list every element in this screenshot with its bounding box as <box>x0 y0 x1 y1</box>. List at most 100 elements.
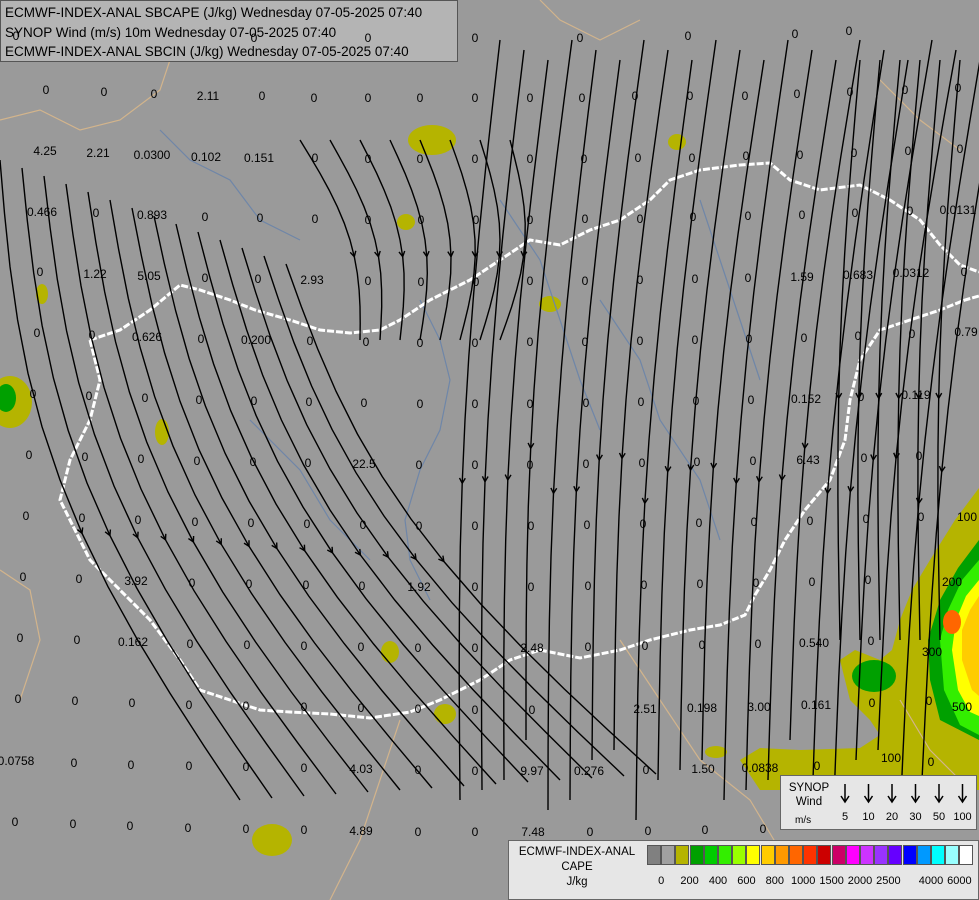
cape-swatch <box>746 845 761 865</box>
field-value-label: 0 <box>798 208 806 222</box>
field-value-label: 1.50 <box>691 762 715 776</box>
field-value-label: 7.48 <box>521 825 545 839</box>
cape-area-small-8 <box>434 704 456 724</box>
cape-shading <box>0 125 979 856</box>
field-value-label: 1.59 <box>790 270 814 284</box>
field-value-label: 0 <box>526 274 534 288</box>
field-value-label: 0 <box>184 821 192 835</box>
cape-swatch <box>845 845 860 865</box>
streamline <box>789 39 861 741</box>
field-value-label: 0 <box>126 819 134 833</box>
field-value-label: 0 <box>854 329 862 343</box>
field-value-label: 0 <box>791 27 799 41</box>
field-value-label: 0 <box>956 142 964 156</box>
field-value-label: 0 <box>631 89 639 103</box>
cape-legend-title: ECMWF-INDEX-ANAL CAPE J/kg <box>513 845 641 890</box>
field-value-label: 0 <box>242 822 250 836</box>
field-value-label: 0 <box>471 825 479 839</box>
streamline <box>723 39 789 801</box>
cape-area-small-3 <box>539 296 561 312</box>
field-value-label: 0 <box>868 696 876 710</box>
field-value-label: 0 <box>471 336 479 350</box>
field-value-label: 0 <box>78 511 86 525</box>
field-value-label: 2.51 <box>633 702 657 716</box>
river <box>699 199 761 381</box>
field-value-label: 0 <box>636 273 644 287</box>
field-value-label: 0.0838 <box>741 761 779 775</box>
field-value-label: 0 <box>302 578 310 592</box>
cape-swatch <box>789 845 803 865</box>
field-value-label: 0 <box>636 334 644 348</box>
field-value-label: 2.11 <box>196 89 220 103</box>
field-value-label: 0 <box>960 265 968 279</box>
field-value-label: 0 <box>691 333 699 347</box>
field-value-label: 0.466 <box>26 205 58 219</box>
field-value-label: 0 <box>472 275 480 289</box>
field-value-label: 0 <box>527 519 535 533</box>
field-value-label: 0 <box>33 326 41 340</box>
field-value-label: 0 <box>857 390 865 404</box>
field-value-label: 0 <box>901 83 909 97</box>
field-value-label: 0 <box>684 29 692 43</box>
field-value-label: 0 <box>750 515 758 529</box>
field-value-label: 0 <box>201 210 209 224</box>
field-value-label: 0 <box>242 760 250 774</box>
field-value-label: 0 <box>12 29 20 43</box>
field-value-label: 0 <box>364 152 372 166</box>
field-value-label: 0 <box>808 575 816 589</box>
synop-wind-arrow <box>887 784 897 804</box>
field-value-label: 100 <box>956 510 978 524</box>
streamline <box>767 59 837 781</box>
field-value-label: 0 <box>417 275 425 289</box>
cape-peak <box>943 610 961 634</box>
field-value-label: 0 <box>69 817 77 831</box>
field-value-label: 5.05 <box>137 269 161 283</box>
field-value-label: 0 <box>526 91 534 105</box>
field-value-label: 0 <box>749 454 757 468</box>
field-value-label: 0 <box>11 815 19 829</box>
field-value-label: 0 <box>904 144 912 158</box>
cape-legend-title-line: CAPE <box>561 861 593 873</box>
field-value-label: 0 <box>691 272 699 286</box>
cape-swatch <box>774 845 789 865</box>
field-value-label: 0 <box>150 87 158 101</box>
field-value-label: 0 <box>19 570 27 584</box>
field-value-label: 0 <box>42 83 50 97</box>
field-value-label: 0.161 <box>800 698 832 712</box>
synop-arrows <box>840 784 968 804</box>
field-value-label: 2.93 <box>300 273 324 287</box>
cape-tick-label: 400 <box>708 875 728 887</box>
cape-swatch <box>689 845 704 865</box>
field-value-label: 0 <box>742 149 750 163</box>
field-value-label: 0 <box>581 335 589 349</box>
cape-swatch <box>817 845 832 865</box>
cape-tick-label: 800 <box>765 875 784 887</box>
field-value-label: 0 <box>364 213 372 227</box>
field-value-label: 0 <box>695 516 703 530</box>
field-value-label: 0 <box>741 89 749 103</box>
field-value-label: 0 <box>640 578 648 592</box>
cape-swatch <box>831 845 846 865</box>
cape-swatch <box>874 845 889 865</box>
field-value-label: 9.97 <box>520 764 544 778</box>
field-value-label: 0 <box>744 271 752 285</box>
field-value-label: 0 <box>644 824 652 838</box>
field-value-label: 0 <box>75 572 83 586</box>
field-value-label: 0 <box>243 638 251 652</box>
field-value-label: 0 <box>242 699 250 713</box>
field-value-label: 0 <box>576 31 584 45</box>
streamline <box>389 139 429 341</box>
cape-swatch <box>703 845 718 865</box>
cape-swatch <box>888 845 903 865</box>
field-value-label: 0 <box>201 271 209 285</box>
streamline <box>299 139 361 341</box>
field-value-label: 0 <box>471 580 479 594</box>
field-value-label: 0 <box>759 822 767 836</box>
field-value-label: 0 <box>845 24 853 38</box>
field-value-label: 0 <box>185 759 193 773</box>
cape-tick-label: 200 <box>680 875 699 887</box>
cape-swatch <box>661 845 676 865</box>
cape-swatch <box>902 845 917 865</box>
streamline <box>591 39 645 761</box>
cape-area-small-10 <box>705 746 727 758</box>
